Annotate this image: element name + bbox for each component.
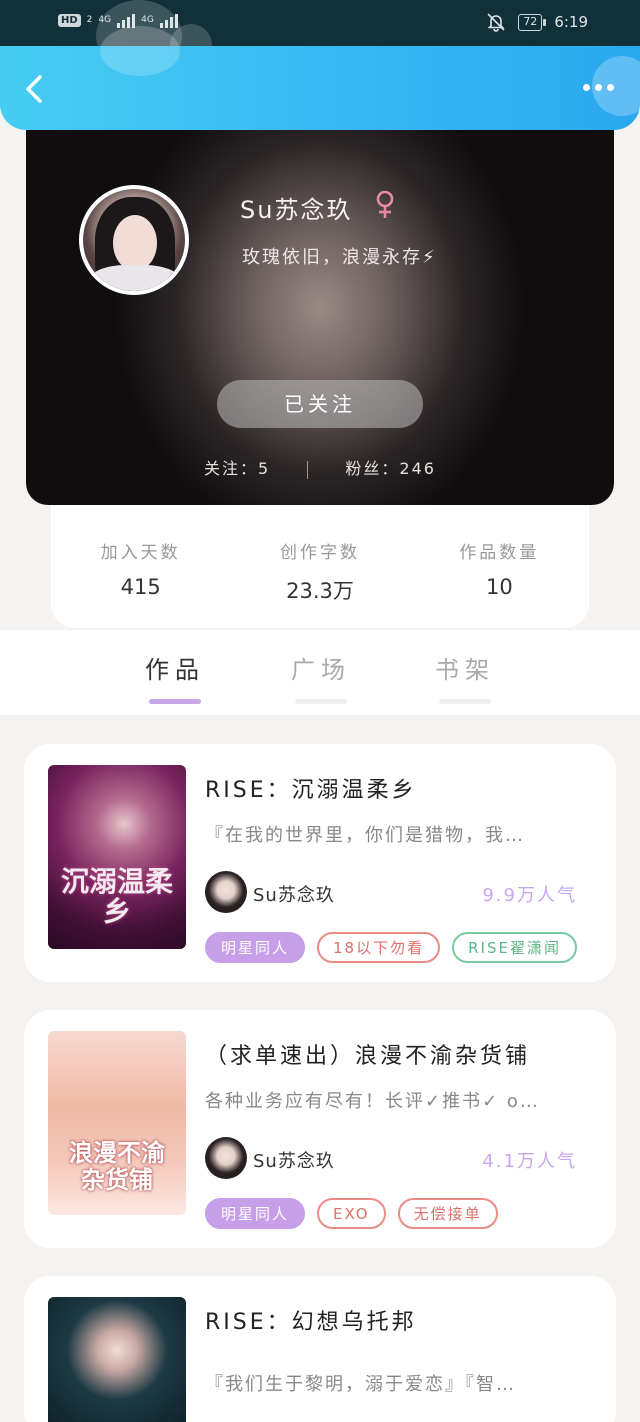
cover-title: 浪漫不渝杂货铺 (69, 1138, 165, 1194)
hd-badge: HD (58, 13, 81, 27)
header-bar (0, 26, 640, 130)
tab-works[interactable]: 作品 (130, 650, 220, 704)
tab-active-indicator (149, 699, 201, 704)
back-button[interactable] (20, 74, 50, 104)
stat-value: 415 (120, 575, 161, 599)
female-icon (376, 190, 394, 218)
book-card[interactable]: 沉溺温柔乡 RISE：沉溺温柔乡 『在我的世界里，你们是猎物，我… Su苏念玖 … (24, 744, 616, 982)
profile-card: Su苏念玖 玫瑰依旧，浪漫永存⚡ 已关注 关注：5 粉丝：246 (26, 110, 614, 505)
tab-label: 广场 (291, 656, 351, 684)
book-card[interactable]: 浪漫不渝杂货铺 （求单速出）浪漫不渝杂货铺 各种业务应有尽有！长评✓推书✓ o…… (24, 1010, 616, 1248)
more-dot (607, 84, 614, 91)
chevron-left-icon (26, 75, 42, 103)
book-title: RISE：沉溺温柔乡 (205, 778, 417, 803)
profile-username: Su苏念玖 (240, 196, 353, 224)
network-type: 4G (141, 14, 154, 25)
author-row: Su苏念玖 4.1万人气 (205, 1137, 577, 1179)
stat-label: 创作字数 (279, 543, 360, 563)
signal-icon (159, 12, 178, 28)
avatar-coat (89, 265, 181, 291)
popularity-count: 9.9万人气 (482, 885, 577, 906)
stat-word-count: 创作字数 23.3万 (230, 505, 409, 628)
author-row: Su苏念玖 9.9万人气 (205, 871, 577, 913)
tab-label: 书架 (435, 656, 495, 684)
follow-button[interactable]: 已关注 (217, 380, 423, 428)
book-title: （求单速出）浪漫不渝杂货铺 (205, 1044, 531, 1069)
tag-row: 明星同人 18以下勿看 RISE翟潇闻 (205, 932, 577, 963)
tag[interactable]: 明星同人 (205, 932, 306, 963)
battery-indicator: 72 (518, 13, 547, 31)
stat-join-days: 加入天数 415 (51, 505, 230, 628)
tag[interactable]: 18以下勿看 (317, 932, 441, 963)
network-type: 4G (98, 14, 112, 25)
stats-card: 加入天数 415 创作字数 23.3万 作品数量 10 (51, 505, 589, 628)
tag[interactable]: EXO (317, 1198, 386, 1229)
divider (307, 460, 309, 479)
book-cover[interactable]: 浪漫不渝杂货铺 (48, 1031, 186, 1215)
more-button[interactable] (583, 84, 614, 91)
status-bar: HD 2 4G 4G 72 6:19 (0, 0, 640, 72)
sim-indicator: 2 (86, 14, 93, 25)
tab-square[interactable]: 广场 (276, 650, 366, 704)
tag[interactable]: 无偿接单 (397, 1198, 498, 1229)
book-description: 『我们生于黎明，溺于爱恋』『智… (205, 1374, 516, 1395)
fans-count[interactable]: 粉丝：246 (345, 459, 436, 478)
tag[interactable]: 明星同人 (205, 1198, 306, 1229)
book-cover[interactable]: 沉溺温柔乡 (48, 765, 186, 949)
stat-label: 作品数量 (459, 543, 540, 563)
tab-bar: 作品 广场 书架 (0, 630, 640, 715)
tag-row: 明星同人 EXO 无偿接单 (205, 1198, 498, 1229)
stat-value: 10 (485, 575, 513, 599)
author-avatar[interactable] (205, 1137, 247, 1179)
book-cover[interactable] (48, 1297, 186, 1422)
tab-indicator (439, 699, 491, 704)
stat-label: 加入天数 (100, 543, 181, 563)
tab-indicator (295, 699, 347, 704)
bell-off-icon (487, 13, 505, 32)
tag[interactable]: RISE翟潇闻 (452, 932, 577, 963)
stat-value: 23.3万 (286, 579, 354, 603)
more-dot (595, 84, 602, 91)
book-description: 『在我的世界里，你们是猎物，我… (205, 825, 525, 846)
book-description: 各种业务应有尽有！长评✓推书✓ o… (205, 1091, 540, 1112)
author-avatar[interactable] (205, 871, 247, 913)
author-name[interactable]: Su苏念玖 (253, 881, 335, 907)
following-count[interactable]: 关注：5 (204, 459, 270, 478)
avatar[interactable] (79, 185, 189, 295)
avatar-face (113, 215, 157, 271)
follow-stats: 关注：5 粉丝：246 (26, 455, 614, 479)
author-name[interactable]: Su苏念玖 (253, 1147, 335, 1173)
more-dots-icon (583, 84, 590, 91)
profile-bio: 玫瑰依旧，浪漫永存⚡ (242, 247, 437, 268)
stat-works-count: 作品数量 10 (410, 505, 589, 628)
cover-title: 沉溺温柔乡 (60, 865, 173, 928)
popularity-count: 4.1万人气 (482, 1151, 577, 1172)
decorative-bubble (100, 26, 180, 76)
tab-bookshelf[interactable]: 书架 (420, 650, 510, 704)
book-card[interactable]: RISE：幻想乌托邦 『我们生于黎明，溺于爱恋』『智… (24, 1276, 616, 1422)
clock: 6:19 (554, 13, 588, 31)
book-title: RISE：幻想乌托邦 (205, 1310, 417, 1335)
tab-label: 作品 (145, 656, 205, 684)
